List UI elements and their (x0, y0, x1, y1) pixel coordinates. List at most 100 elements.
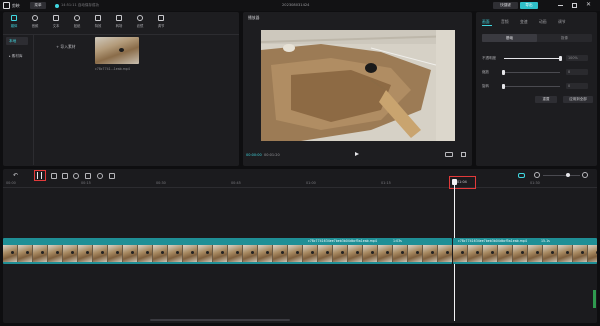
opacity-slider-knob[interactable] (558, 56, 562, 61)
zoom-out-icon[interactable] (534, 172, 540, 178)
frame-dark-spot (521, 251, 524, 254)
frame-dark-spot (431, 251, 434, 254)
tab-audio[interactable]: 音频 (27, 14, 43, 34)
expand-arrow-icon: ▸ (9, 54, 11, 58)
filmstrip-frame (123, 245, 138, 262)
player-current-time: 00:00:00 (246, 153, 262, 157)
minimize-icon[interactable] (558, 4, 563, 6)
frame-dark-spot (506, 251, 509, 254)
frame-dark-spot (56, 251, 59, 254)
mirror-icon[interactable] (85, 173, 91, 179)
filmstrip-frame (513, 245, 528, 262)
sidebar-item-local[interactable]: 本地 (6, 37, 28, 45)
tab-effects[interactable]: 特效 (90, 14, 106, 34)
ruler-tick-label: 01:00 (306, 181, 316, 185)
split-icon[interactable] (37, 172, 42, 179)
ruler-tick-label: 01:15 (381, 181, 391, 185)
filmstrip-frame (498, 245, 513, 262)
frame-dark-spot (566, 251, 569, 254)
crop-icon[interactable] (109, 173, 115, 179)
subtab-group: 基础 抠像 (482, 34, 592, 42)
zoom-slider-track[interactable] (505, 72, 560, 73)
frame-dark-spot (356, 251, 359, 254)
frame-dark-spot (326, 251, 329, 254)
frame-dark-spot (401, 251, 404, 254)
tab-speed[interactable]: 变速 (520, 19, 528, 25)
filmstrip-frame (18, 245, 33, 262)
tab-transition[interactable]: 转场 (111, 14, 127, 34)
timeline-scrollbar[interactable] (150, 319, 290, 321)
freeze-frame-icon[interactable] (62, 173, 68, 179)
frame-dark-spot (161, 251, 164, 254)
clip-2[interactable]: c78c7741634ee7beb3b04dbcf5a1eab.mp4 15.1… (453, 238, 597, 264)
app-logo-icon (3, 2, 10, 9)
frame-dark-spot (536, 251, 539, 254)
opacity-slider-fill (504, 58, 560, 59)
opacity-value-field[interactable]: 100% (566, 55, 588, 61)
zoom-in-icon[interactable] (582, 172, 588, 178)
link-toggle-icon[interactable] (518, 173, 525, 178)
filmstrip-frame (333, 245, 348, 262)
filmstrip-frame (468, 245, 483, 262)
zoom-value-field[interactable]: 0 (566, 69, 588, 75)
export-button[interactable]: 导出 (520, 2, 538, 9)
media-clip-thumbnail[interactable] (95, 37, 139, 64)
import-button[interactable]: + 导入素材 (56, 44, 76, 50)
aspect-ratio-icon[interactable] (445, 152, 453, 157)
frame-dark-spot (386, 251, 389, 254)
maximize-icon[interactable] (572, 3, 577, 8)
clip-1-label: c78c7741634ee7beb3b04dbcf5a1eab.mp4 (308, 239, 377, 243)
undo-icon[interactable]: ↶ (13, 172, 18, 179)
subtab-cutout[interactable]: 抠像 (537, 34, 592, 42)
tab-prop-adjust[interactable]: 调节 (558, 19, 566, 25)
frame-dark-spot (596, 251, 597, 254)
filmstrip-frame (348, 245, 363, 262)
ruler-tick-label: 00:15 (81, 181, 91, 185)
reset-button[interactable]: 重置 (535, 96, 557, 103)
tab-filter[interactable]: 滤镜 (132, 14, 148, 34)
rotate-slider-track[interactable] (505, 86, 560, 87)
sticker-icon (74, 15, 80, 21)
prop-tab-underline (482, 25, 492, 26)
autosave-status: 14:51:11 自动保存成功 (61, 3, 99, 7)
fullscreen-icon[interactable] (461, 152, 466, 157)
filmstrip-frame (393, 245, 408, 262)
rotate-value-field[interactable]: 0 (566, 83, 588, 89)
player-preview (261, 30, 455, 141)
filmstrip-frame (138, 245, 153, 262)
tab-animation[interactable]: 动画 (539, 19, 547, 25)
effects-icon (95, 15, 101, 21)
frame-dark-spot (581, 251, 584, 254)
tab-text[interactable]: 文本 (48, 14, 64, 34)
subtab-basic[interactable]: 基础 (482, 34, 537, 42)
delete-icon[interactable] (51, 173, 57, 179)
close-icon[interactable]: ✕ (586, 1, 591, 9)
timeline-zoom-knob[interactable] (566, 173, 570, 177)
player-total-time: 00:01:20 (264, 153, 280, 157)
frame-dark-spot (251, 251, 254, 254)
tab-media[interactable]: 媒体 (6, 14, 22, 34)
filmstrip-frame (453, 245, 468, 262)
apply-all-button[interactable]: 应用到全部 (563, 96, 593, 103)
rotate-icon[interactable] (97, 173, 103, 179)
filmstrip-frame (33, 245, 48, 262)
tab-sticker[interactable]: 贴纸 (69, 14, 85, 34)
filmstrip-frame (63, 245, 78, 262)
tab-adjust[interactable]: 调节 (153, 14, 169, 34)
filmstrip-frame (213, 245, 228, 262)
timeline-zoom-slider[interactable] (543, 175, 580, 176)
record-icon[interactable] (73, 173, 79, 179)
filmstrip-frame (573, 245, 588, 262)
play-icon[interactable] (355, 152, 359, 156)
ruler-tick-label: 01:30 (530, 181, 540, 185)
tab-prop-audio[interactable]: 音频 (501, 19, 509, 25)
clip-1[interactable]: c78c7741634ee7beb3b04dbcf5a1eab.mp4 1:03… (3, 238, 452, 264)
filmstrip-frame (378, 245, 393, 262)
filmstrip-frame (258, 245, 273, 262)
clip-1-duration: 1:03s (393, 239, 402, 243)
shortcut-button[interactable]: 快捷键 (493, 2, 518, 9)
ruler-tick-label: 00:45 (231, 181, 241, 185)
sidebar-item-library[interactable]: ▸ 素材库 (6, 52, 28, 60)
filmstrip-frame (588, 245, 597, 262)
menu-button[interactable]: 菜单 (30, 2, 46, 9)
